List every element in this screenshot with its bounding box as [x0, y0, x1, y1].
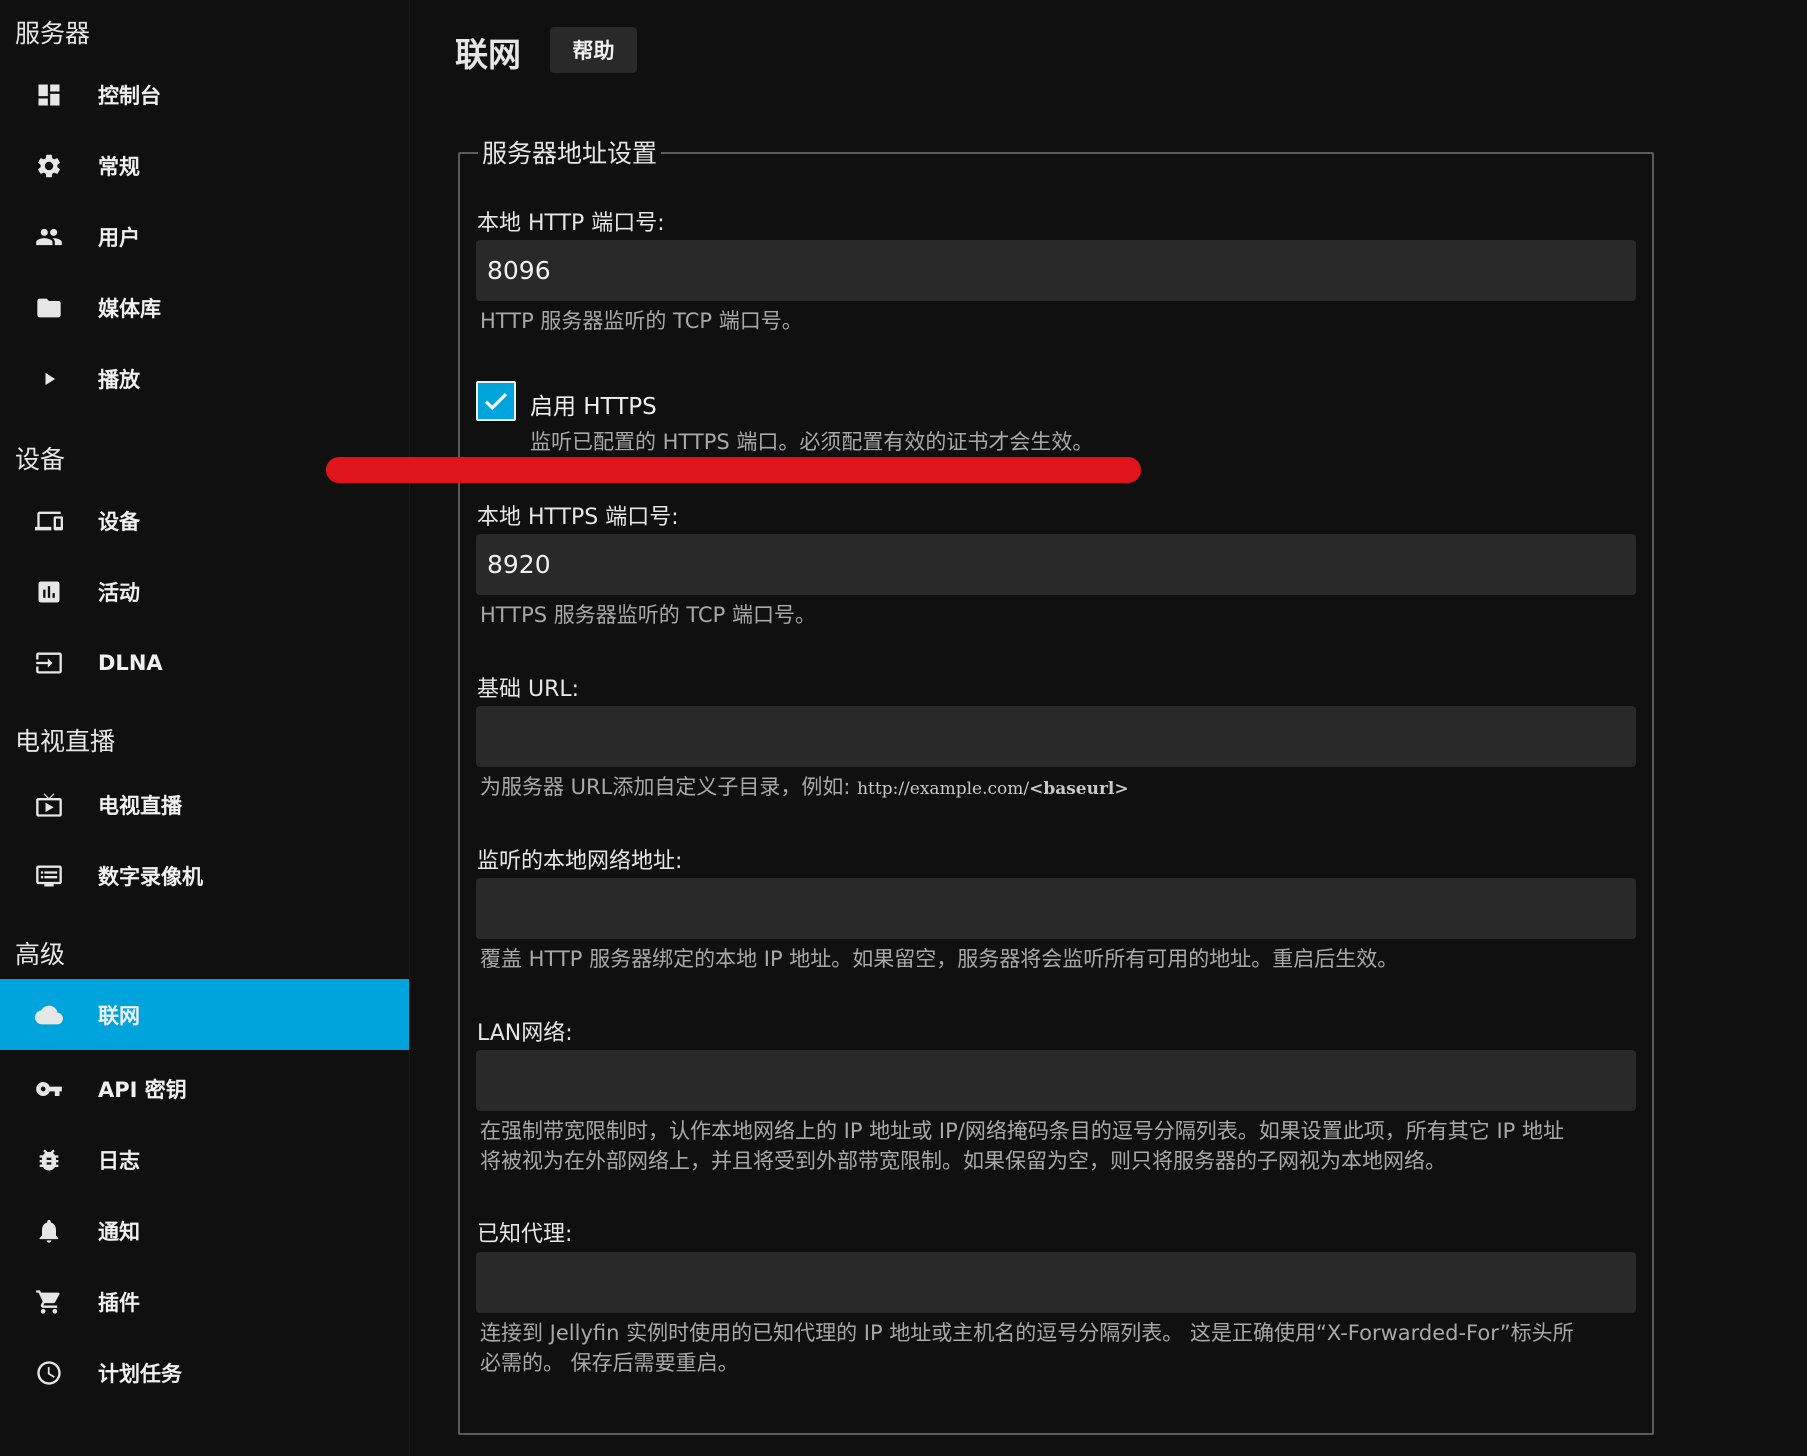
base-url-description: 为服务器 URL添加自定义子目录，例如: http://example.com/… [480, 772, 1129, 804]
section-title-livetv: 电视直播 [15, 727, 116, 756]
devices-icon [34, 506, 64, 536]
sidebar-item-label: API 密钥 [98, 1077, 187, 1102]
base-url-input[interactable] [476, 706, 1636, 767]
sidebar-item-label: 联网 [98, 1003, 140, 1028]
folder-icon [34, 293, 64, 323]
dvr-icon [34, 861, 64, 891]
sidebar-item-playback[interactable]: 播放 [0, 343, 409, 414]
sidebar-item-label: 用户 [98, 225, 140, 250]
page-title: 联网 [455, 35, 521, 74]
sidebar-item-label: 播放 [98, 367, 140, 392]
sidebar-item-label: 常规 [98, 154, 140, 179]
input-icon [34, 648, 64, 678]
cloud-icon [34, 1000, 64, 1030]
sidebar-item-dashboard[interactable]: 控制台 [0, 59, 409, 130]
sidebar-item-label: 活动 [98, 580, 140, 605]
sidebar-item-livetv[interactable]: 电视直播 [0, 769, 409, 840]
section-title-server: 服务器 [15, 19, 91, 48]
users-icon [34, 222, 64, 252]
known-proxies-description-line1: 连接到 Jellyfin 实例时使用的已知代理的 IP 地址或主机名的逗号分隔列… [480, 1321, 1574, 1345]
lan-networks-description-line1: 在强制带宽限制时，认作本地网络上的 IP 地址或 IP/网络掩码条目的逗号分隔列… [480, 1119, 1565, 1143]
annotation-underline [326, 457, 1141, 483]
live-tv-icon [34, 790, 64, 820]
sidebar-item-libraries[interactable]: 媒体库 [0, 272, 409, 343]
sidebar-item-label: 插件 [98, 1290, 140, 1315]
https-port-input[interactable] [476, 534, 1636, 595]
known-proxies-description: 连接到 Jellyfin 实例时使用的已知代理的 IP 地址或主机名的逗号分隔列… [480, 1318, 1640, 1378]
activity-icon [34, 577, 64, 607]
section-title-devices: 设备 [15, 445, 66, 474]
sidebar-item-label: 数字录像机 [98, 864, 203, 889]
http-port-label: 本地 HTTP 端口号: [477, 211, 665, 236]
https-port-description: HTTPS 服务器监听的 TCP 端口号。 [480, 603, 817, 627]
http-port-input[interactable] [476, 240, 1636, 301]
sidebar-item-label: 电视直播 [98, 793, 182, 818]
base-url-description-text: 为服务器 URL添加自定义子目录，例如: [480, 775, 851, 799]
bind-address-description: 覆盖 HTTP 服务器绑定的本地 IP 地址。如果留空，服务器将会监听所有可用的… [480, 947, 1399, 971]
sidebar-item-logs[interactable]: 日志 [0, 1124, 409, 1195]
sidebar-item-label: 控制台 [98, 83, 161, 108]
sidebar-item-label: DLNA [98, 650, 163, 675]
sidebar-item-label: 计划任务 [98, 1361, 182, 1386]
cart-icon [34, 1287, 64, 1317]
sidebar-item-activity[interactable]: 活动 [0, 556, 409, 627]
sidebar-item-plugins[interactable]: 插件 [0, 1266, 409, 1337]
bug-icon [34, 1145, 64, 1175]
section-title-advanced: 高级 [15, 940, 66, 969]
sidebar-item-networking[interactable]: 联网 [0, 979, 409, 1050]
sidebar-item-api-keys[interactable]: API 密钥 [0, 1053, 409, 1124]
checkmark-icon [484, 392, 508, 411]
sidebar-item-scheduled-tasks[interactable]: 计划任务 [0, 1337, 409, 1408]
dashboard-icon [34, 80, 64, 110]
sidebar-item-notifications[interactable]: 通知 [0, 1195, 409, 1266]
sidebar-item-label: 媒体库 [98, 296, 161, 321]
bind-address-label: 监听的本地网络地址: [477, 849, 683, 874]
sidebar-item-label: 设备 [98, 509, 140, 534]
sidebar-item-devices[interactable]: 设备 [0, 485, 409, 556]
sidebar-item-dvr[interactable]: 数字录像机 [0, 840, 409, 911]
lan-networks-description: 在强制带宽限制时，认作本地网络上的 IP 地址或 IP/网络掩码条目的逗号分隔列… [480, 1116, 1640, 1176]
lan-networks-input[interactable] [476, 1050, 1636, 1111]
clock-icon [34, 1358, 64, 1388]
known-proxies-input[interactable] [476, 1252, 1636, 1313]
sidebar-item-dlna[interactable]: DLNA [0, 627, 409, 698]
known-proxies-description-line2: 必需的。 保存后需要重启。 [480, 1351, 739, 1375]
enable-https-checkbox[interactable] [476, 381, 516, 421]
lan-networks-description-line2: 将被视为在外部网络上，并且将受到外部带宽限制。如果保留为空，则只将服务器的子网视… [480, 1149, 1446, 1173]
http-port-description: HTTP 服务器监听的 TCP 端口号。 [480, 309, 803, 333]
sidebar: 服务器 控制台 常规 用户 媒体库 播放 设备 设备 活动 DLNA 电视直播 … [0, 0, 410, 1456]
sidebar-item-general[interactable]: 常规 [0, 130, 409, 201]
sidebar-item-users[interactable]: 用户 [0, 201, 409, 272]
play-icon [34, 364, 64, 394]
base-url-example-placeholder: <baseurl> [1029, 779, 1129, 799]
help-button[interactable]: 帮助 [550, 27, 637, 73]
key-icon [34, 1074, 64, 1104]
base-url-example: http://example.com/ [857, 779, 1030, 799]
known-proxies-label: 已知代理: [477, 1222, 573, 1247]
lan-networks-label: LAN网络: [477, 1021, 573, 1046]
base-url-label: 基础 URL: [477, 677, 580, 702]
enable-https-label: 启用 HTTPS [530, 394, 657, 420]
https-port-label: 本地 HTTPS 端口号: [477, 505, 679, 530]
bind-address-input[interactable] [476, 878, 1636, 939]
gear-icon [34, 151, 64, 181]
sidebar-item-label: 日志 [98, 1148, 140, 1173]
enable-https-description: 监听已配置的 HTTPS 端口。必须配置有效的证书才会生效。 [530, 430, 1094, 454]
sidebar-item-label: 通知 [98, 1219, 140, 1244]
fieldset-legend: 服务器地址设置 [478, 134, 662, 170]
bell-icon [34, 1216, 64, 1246]
